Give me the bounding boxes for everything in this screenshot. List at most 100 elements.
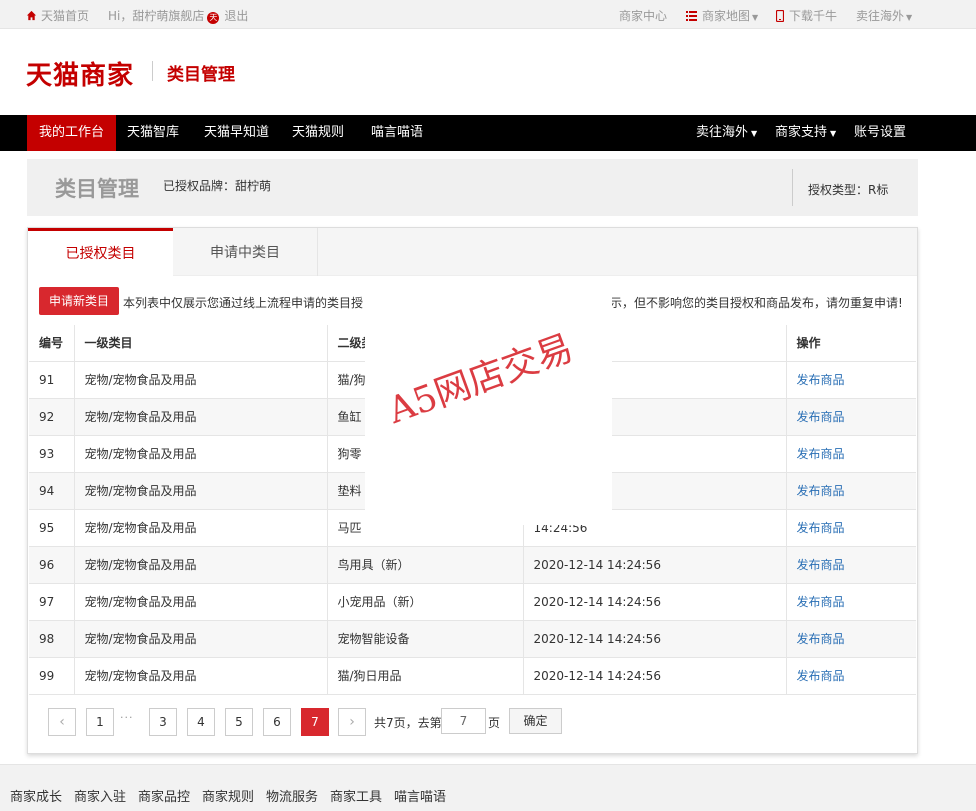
table-row: 99 宠物/宠物食品及用品 猫/狗日用品 2020-12-14 14:24:56 发布商…	[29, 657, 916, 695]
publish-product-link-cell: 发布商品	[786, 435, 916, 473]
brand-divider	[152, 61, 153, 81]
total-pages-text: 共7页，去第	[374, 716, 442, 730]
nav-sell-overseas-label: 卖往海外	[696, 125, 749, 140]
home-label: 天猫首页	[41, 9, 90, 23]
footer-link[interactable]: 商家工具	[330, 786, 382, 805]
download-link[interactable]: 下载千牛	[775, 7, 838, 24]
main-nav: 我的工作台 天猫智库 天猫早知道 天猫规则 喵言喵语 卖往海外 ▼ 商家支持 ▼ 账…	[0, 115, 976, 151]
page-title: 类目管理	[55, 177, 139, 201]
publish-product-link[interactable]: 发布商品	[797, 669, 845, 683]
row-category-1-cell: 宠物/宠物食品及用品	[74, 620, 328, 658]
table-row: 96 宠物/宠物食品及用品 鸟用具（新） 2020-12-14 14:24:56 发布商…	[29, 546, 916, 584]
row-category-2-cell: 小宠用品（新）	[327, 583, 524, 621]
list-icon	[686, 11, 697, 21]
publish-product-link[interactable]: 发布商品	[797, 595, 845, 609]
tab-authorized[interactable]: 已授权类目	[28, 228, 173, 276]
page-ellipsis: ···	[120, 711, 134, 724]
nav-merchant-support[interactable]: 商家支持 ▼	[763, 115, 848, 151]
tab-pending[interactable]: 申请中类目	[173, 228, 318, 276]
footer: 商家成长 商家入驻 商家品控 商家规则 物流服务 商家工具 喵言喵语	[0, 764, 976, 811]
nav-account-settings[interactable]: 账号设置	[842, 115, 918, 151]
prev-page-button[interactable]: ‹	[48, 708, 76, 736]
publish-product-link-cell: 发布商品	[786, 546, 916, 584]
footer-link[interactable]: 物流服务	[266, 786, 318, 805]
caret-down-icon: ▼	[751, 129, 758, 138]
row-time-cell: 2020-12-14 14:24:56	[523, 583, 787, 621]
table-row: 97 宠物/宠物食品及用品 小宠用品（新） 2020-12-14 14:24:56 发布…	[29, 583, 916, 621]
nav-sell-overseas[interactable]: 卖往海外 ▼	[684, 115, 769, 151]
page-heading: 类目管理 已授权品牌：甜柠萌 授权类型：R标	[27, 159, 918, 216]
nav-tab-rules[interactable]: 天猫规则	[280, 115, 356, 151]
publish-product-link[interactable]: 发布商品	[797, 558, 845, 572]
merchant-center-link[interactable]: 商家中心	[619, 7, 667, 24]
page-button[interactable]: 3	[149, 708, 177, 736]
footer-link[interactable]: 商家规则	[202, 786, 254, 805]
confirm-jump-button[interactable]: 确定	[509, 708, 562, 734]
merchant-map-link[interactable]: 商家地图 ▼	[686, 7, 758, 24]
download-label: 下载千牛	[789, 9, 838, 23]
row-id-cell: 95	[29, 509, 75, 547]
nav-tab-think-tank[interactable]: 天猫智库	[115, 115, 191, 151]
header: 天猫商家 类目管理	[0, 29, 976, 115]
authorized-brand: 已授权品牌：甜柠萌	[163, 179, 272, 193]
row-category-1-cell: 宠物/宠物食品及用品	[74, 435, 328, 473]
footer-link[interactable]: 商家入驻	[74, 786, 126, 805]
current-page-button[interactable]: 7	[301, 708, 329, 736]
publish-product-link-cell: 发布商品	[786, 509, 916, 547]
page-button[interactable]: 1	[86, 708, 114, 736]
row-id-cell: 92	[29, 398, 75, 436]
row-category-1-cell: 宠物/宠物食品及用品	[74, 509, 328, 547]
phone-icon	[775, 9, 785, 23]
row-category-2-cell: 宠物智能设备	[327, 620, 524, 658]
caret-down-icon: ▼	[830, 129, 837, 138]
home-link[interactable]: 天猫首页	[26, 7, 89, 24]
tab-bar: 已授权类目 申请中类目	[28, 228, 917, 276]
footer-link[interactable]: 商家品控	[138, 786, 190, 805]
row-category-1-cell: 宠物/宠物食品及用品	[74, 546, 328, 584]
page-subtitle: 类目管理	[167, 65, 235, 85]
chevron-down-icon: ▼	[752, 13, 759, 22]
row-category-1-cell: 宠物/宠物食品及用品	[74, 361, 328, 399]
jump-page-input[interactable]	[441, 708, 486, 734]
brand-logo[interactable]: 天猫商家	[26, 55, 134, 92]
page-button[interactable]: 5	[225, 708, 253, 736]
publish-product-link[interactable]: 发布商品	[797, 447, 845, 461]
publish-product-link[interactable]: 发布商品	[797, 410, 845, 424]
publish-product-link-cell: 发布商品	[786, 583, 916, 621]
next-page-button[interactable]: ›	[338, 708, 366, 736]
row-category-2-cell: 猫/狗日用品	[327, 657, 524, 695]
tmall-badge-icon: 天	[207, 12, 220, 24]
publish-product-link-cell: 发布商品	[786, 472, 916, 510]
row-id-cell: 94	[29, 472, 75, 510]
row-category-1-cell: 宠物/宠物食品及用品	[74, 657, 328, 695]
authorization-type: 授权类型：R标	[808, 183, 889, 197]
nav-tab-early-know[interactable]: 天猫早知道	[192, 115, 281, 151]
chevron-down-icon: ▼	[906, 13, 913, 22]
footer-link[interactable]: 喵言喵语	[394, 786, 446, 805]
publish-product-link[interactable]: 发布商品	[797, 373, 845, 387]
footer-link[interactable]: 商家成长	[10, 786, 62, 805]
merchant-map-label: 商家地图	[702, 9, 751, 23]
heading-divider	[792, 169, 793, 206]
row-id-cell: 96	[29, 546, 75, 584]
table-row: 98 宠物/宠物食品及用品 宠物智能设备 2020-12-14 14:24:56 发布商…	[29, 620, 916, 658]
logout-link[interactable]: 退出	[224, 9, 248, 23]
row-category-1-cell: 宠物/宠物食品及用品	[74, 583, 328, 621]
publish-product-link[interactable]: 发布商品	[797, 521, 845, 535]
home-icon	[26, 10, 37, 21]
notice-right: 示，但不影响您的类目授权和商品发布，请勿重复申请!	[610, 296, 903, 310]
nav-merchant-support-label: 商家支持	[775, 125, 828, 140]
apply-category-button[interactable]: 申请新类目	[39, 287, 120, 315]
page-button[interactable]: 6	[263, 708, 291, 736]
row-category-2-cell: 鸟用具（新）	[327, 546, 524, 584]
nav-tab-meow[interactable]: 喵言喵语	[359, 115, 435, 151]
row-time-cell: 2020-12-14 14:24:56	[523, 657, 787, 695]
publish-product-link[interactable]: 发布商品	[797, 484, 845, 498]
page-suffix: 页	[488, 716, 501, 730]
page-button[interactable]: 4	[187, 708, 215, 736]
row-category-1-cell: 宠物/宠物食品及用品	[74, 398, 328, 436]
publish-product-link-cell: 发布商品	[786, 398, 916, 436]
sell-overseas-link[interactable]: 卖往海外 ▼	[856, 7, 912, 24]
nav-tab-workbench[interactable]: 我的工作台	[27, 115, 117, 151]
publish-product-link[interactable]: 发布商品	[797, 632, 845, 646]
